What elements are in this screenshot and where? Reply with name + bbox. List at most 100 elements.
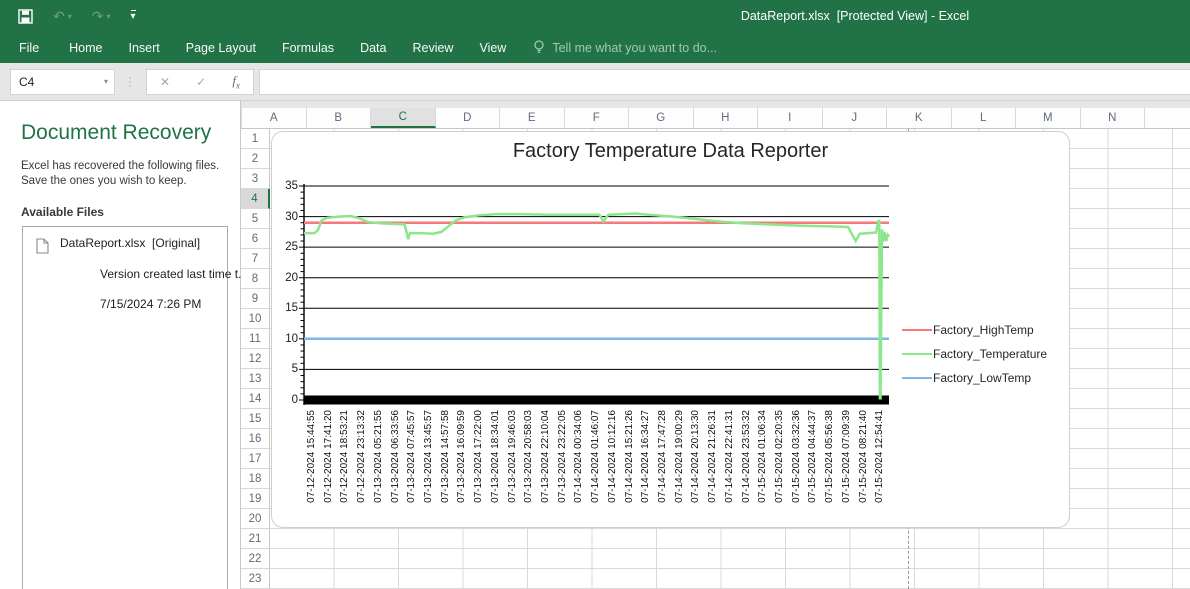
x-tick-label: 07-13-2024 17:22:00 [473,410,484,503]
row-header-15[interactable]: 15 [241,409,270,429]
window-title: DataReport.xlsx [Protected View] - Excel [0,0,1190,32]
name-box-value: C4 [19,75,34,89]
ribbon-tab-bar: FileHomeInsertPage LayoutFormulasDataRev… [0,32,1190,63]
recovered-file-item[interactable]: DataReport.xlsx [Original] Version creat… [23,227,227,327]
y-tick-label-0: 0 [272,393,298,407]
column-header-E[interactable]: E [500,108,565,128]
x-tick-label: 07-12-2024 23:13:32 [356,410,367,503]
row-header-3[interactable]: 3 [241,169,270,189]
excel-window: ↶ ▾ ↷ ▾ ▾ DataReport.xlsx [Protected Vie… [0,0,1190,589]
available-files-label: Available Files [21,205,226,219]
row-header-17[interactable]: 17 [241,449,270,469]
x-tick-label: 07-13-2024 06:33:56 [390,410,401,503]
tab-home[interactable]: Home [56,32,115,63]
y-tick-label-30: 30 [272,210,298,224]
column-header-M[interactable]: M [1016,108,1081,128]
legend-label: Factory_Temperature [933,347,1047,361]
row-header-9[interactable]: 9 [241,289,270,309]
chevron-down-icon[interactable]: ▾ [104,77,108,86]
x-tick-label: 07-14-2024 16:34:27 [640,410,651,503]
x-tick-label: 07-14-2024 10:12:16 [607,410,618,503]
column-header-F[interactable]: F [565,108,630,128]
formula-input[interactable] [259,69,1190,95]
x-tick-label: 07-14-2024 19:00:29 [674,410,685,503]
row-header-14[interactable]: 14 [241,389,270,409]
recovered-file-date: 7/15/2024 7:26 PM [100,297,201,311]
column-header-C[interactable]: C [371,108,436,128]
sheet-top-strip [241,101,1190,108]
column-header-G[interactable]: G [629,108,694,128]
recovered-file-text: DataReport.xlsx [Original] Version creat… [60,236,248,327]
x-tick-label: 07-15-2024 02:20:35 [774,410,785,503]
row-header-11[interactable]: 11 [241,329,270,349]
ribbon-tabs: FileHomeInsertPage LayoutFormulasDataRev… [0,32,519,63]
x-tick-label: 07-15-2024 04:44:37 [807,410,818,503]
cancel-icon[interactable]: ✕ [160,75,170,89]
insert-function-icon[interactable]: fx [232,73,240,91]
x-tick-label: 07-12-2024 17:41:20 [323,410,334,503]
column-header-B[interactable]: B [307,108,372,128]
x-tick-label: 07-14-2024 23:53:32 [741,410,752,503]
column-header-D[interactable]: D [436,108,501,128]
x-tick-label: 07-14-2024 01:46:07 [590,410,601,503]
tab-review[interactable]: Review [399,32,466,63]
row-header-22[interactable]: 22 [241,549,270,569]
column-header-J[interactable]: J [823,108,888,128]
row-header-12[interactable]: 12 [241,349,270,369]
row-header-8[interactable]: 8 [241,269,270,289]
row-header-16[interactable]: 16 [241,429,270,449]
x-tick-label: 07-14-2024 21:26:31 [707,410,718,503]
row-header-19[interactable]: 19 [241,489,270,509]
row-header-7[interactable]: 7 [241,249,270,269]
column-header-H[interactable]: H [694,108,759,128]
y-tick-label-10: 10 [272,332,298,346]
row-header-23[interactable]: 23 [241,569,270,589]
column-header-L[interactable]: L [952,108,1017,128]
tell-me-box[interactable]: Tell me what you want to do... [533,40,717,55]
row-header-20[interactable]: 20 [241,509,270,529]
tab-file[interactable]: File [0,32,56,63]
row-header-1[interactable]: 1 [241,129,270,149]
available-files-list: DataReport.xlsx [Original] Version creat… [22,226,228,589]
y-tick-label-25: 25 [272,240,298,254]
legend-item-Factory_Temperature[interactable]: Factory_Temperature [902,342,1047,366]
row-header-2[interactable]: 2 [241,149,270,169]
recovered-file-note: Version created last time t... [100,267,248,281]
main-area: Document Recovery Excel has recovered th… [0,101,1190,589]
row-header-21[interactable]: 21 [241,529,270,549]
row-header-4[interactable]: 4 [241,189,270,209]
row-header-18[interactable]: 18 [241,469,270,489]
tab-view[interactable]: View [466,32,519,63]
x-tick-label: 07-13-2024 07:45:57 [406,410,417,503]
tab-page-layout[interactable]: Page Layout [173,32,269,63]
x-tick-label: 07-14-2024 20:13:30 [690,410,701,503]
enter-check-icon[interactable]: ✓ [196,75,206,89]
row-header-13[interactable]: 13 [241,369,270,389]
legend-swatch [902,353,932,356]
tab-data[interactable]: Data [347,32,399,63]
column-header-K[interactable]: K [887,108,952,128]
tab-formulas[interactable]: Formulas [269,32,347,63]
chart-frame[interactable]: Factory Temperature Data Reporter 051015… [271,131,1070,528]
row-header-6[interactable]: 6 [241,229,270,249]
x-tick-label: 07-13-2024 19:46:03 [507,410,518,503]
legend-label: Factory_HighTemp [933,323,1034,337]
column-header-A[interactable]: A [242,108,307,128]
legend-label: Factory_LowTemp [933,371,1031,385]
column-header-I[interactable]: I [758,108,823,128]
legend-item-Factory_LowTemp[interactable]: Factory_LowTemp [902,366,1047,390]
row-header-5[interactable]: 5 [241,209,270,229]
row-header-10[interactable]: 10 [241,309,270,329]
select-all-corner[interactable] [241,108,242,128]
legend-item-Factory_HighTemp[interactable]: Factory_HighTemp [902,318,1047,342]
x-tick-label: 07-13-2024 18:34:01 [490,410,501,503]
x-tick-label: 07-12-2024 18:53:21 [339,410,350,503]
x-tick-label: 07-13-2024 16:09:59 [456,410,467,503]
column-header-N[interactable]: N [1081,108,1146,128]
name-box-splitter[interactable]: ⋮ [124,75,137,89]
tab-insert[interactable]: Insert [116,32,173,63]
column-header-partial[interactable] [1145,108,1190,128]
name-box[interactable]: C4 ▾ [10,69,115,95]
x-tick-label: 07-14-2024 15:21:26 [624,410,635,503]
x-tick-label: 07-15-2024 05:56:38 [824,410,835,503]
